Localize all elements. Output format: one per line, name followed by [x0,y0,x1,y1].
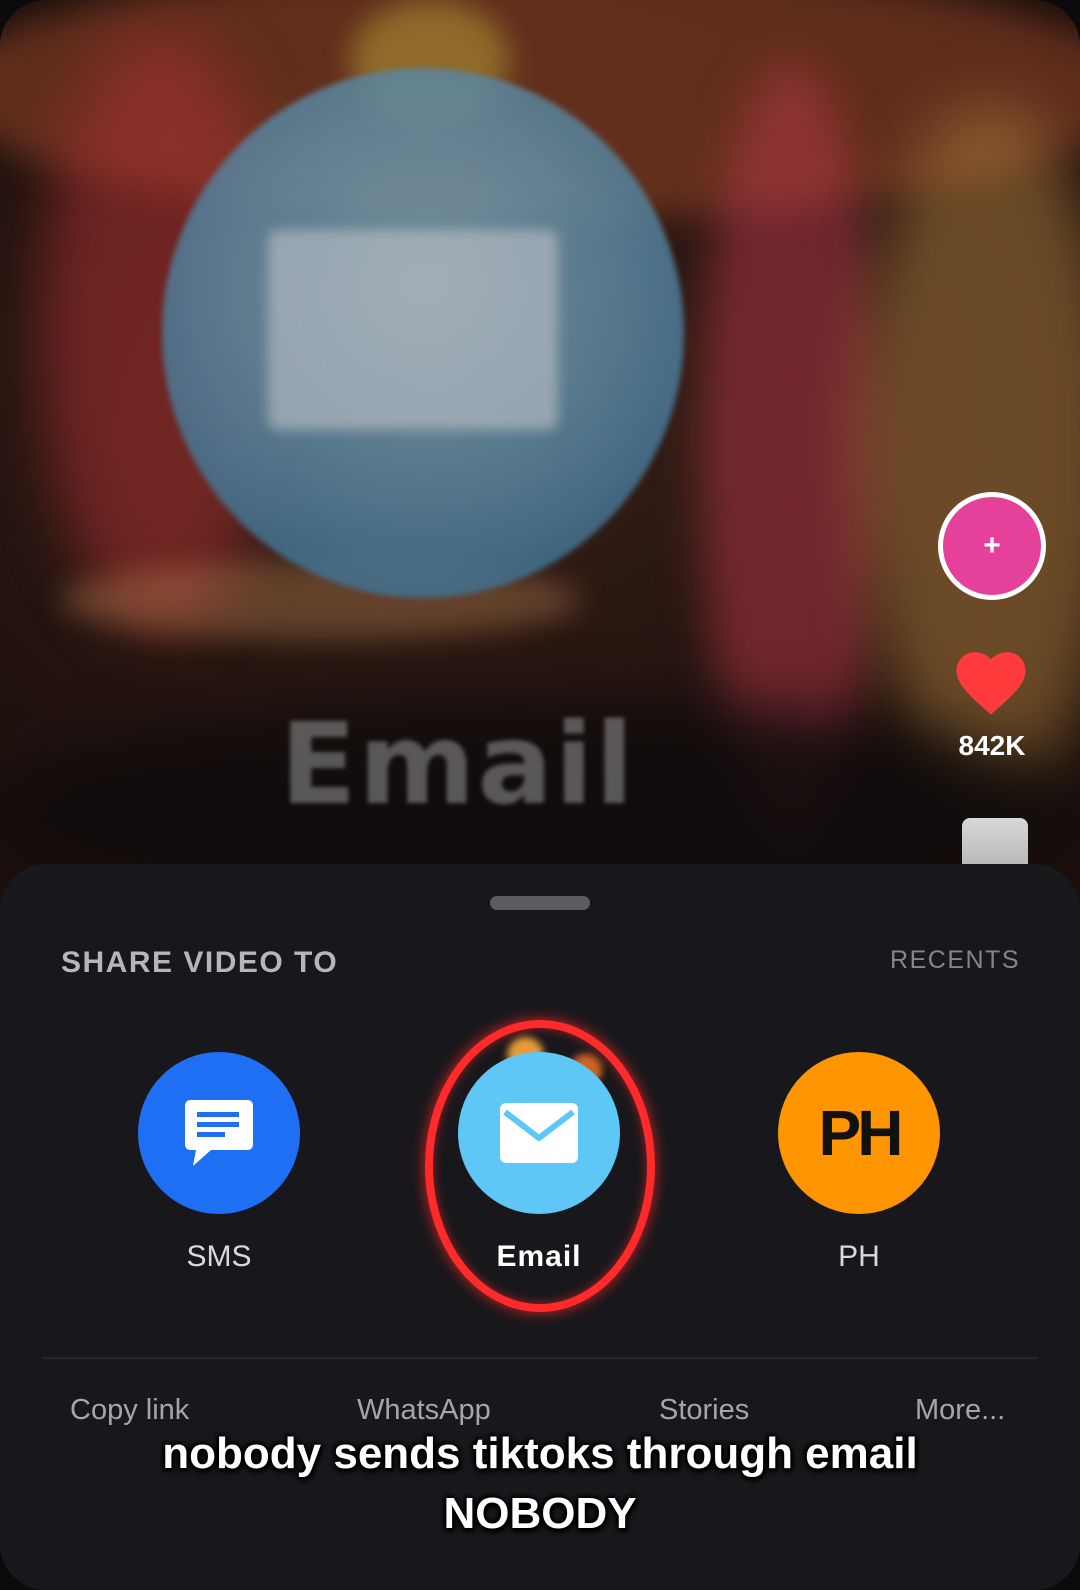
stories-button[interactable]: Stories [659,1394,749,1427]
video-overlay-text: Email [280,700,636,830]
message-bubble-icon [185,1100,253,1166]
caption-line-2: NOBODY [443,1489,637,1538]
heart-icon[interactable] [955,650,1027,716]
screen: Email + 842K SHARE VIDEO TO RECENTS SMS [0,0,1080,1590]
whatsapp-button[interactable]: WhatsApp [357,1394,491,1427]
highlight-circle-annotation [425,1020,655,1312]
video-caption: nobody sends tiktoks through email NOBOD… [0,1424,1080,1544]
caption-line-1: nobody sends tiktoks through email [162,1429,918,1478]
video-envelope-shape [268,230,558,430]
sheet-grabber[interactable] [490,896,590,910]
sheet-title: SHARE VIDEO TO [61,946,339,979]
share-target-label: SMS [186,1240,252,1273]
copy-link-button[interactable]: Copy link [70,1394,189,1427]
share-target-ph[interactable]: PH PH [777,1052,941,1274]
share-target-label: PH [838,1240,880,1273]
like-count: 842K [958,730,1026,761]
divider [42,1357,1038,1359]
follow-button[interactable]: + [938,492,1046,600]
video-player[interactable]: Email [0,0,1080,900]
ph-avatar[interactable]: PH [778,1052,940,1214]
recents-link[interactable]: RECENTS [890,946,1020,975]
share-target-sms[interactable]: SMS [137,1052,301,1274]
sound-thumbnail[interactable] [962,818,1028,866]
plus-icon: + [983,529,1001,562]
more-button[interactable]: More... [915,1394,1005,1427]
sms-app-icon[interactable] [138,1052,300,1214]
